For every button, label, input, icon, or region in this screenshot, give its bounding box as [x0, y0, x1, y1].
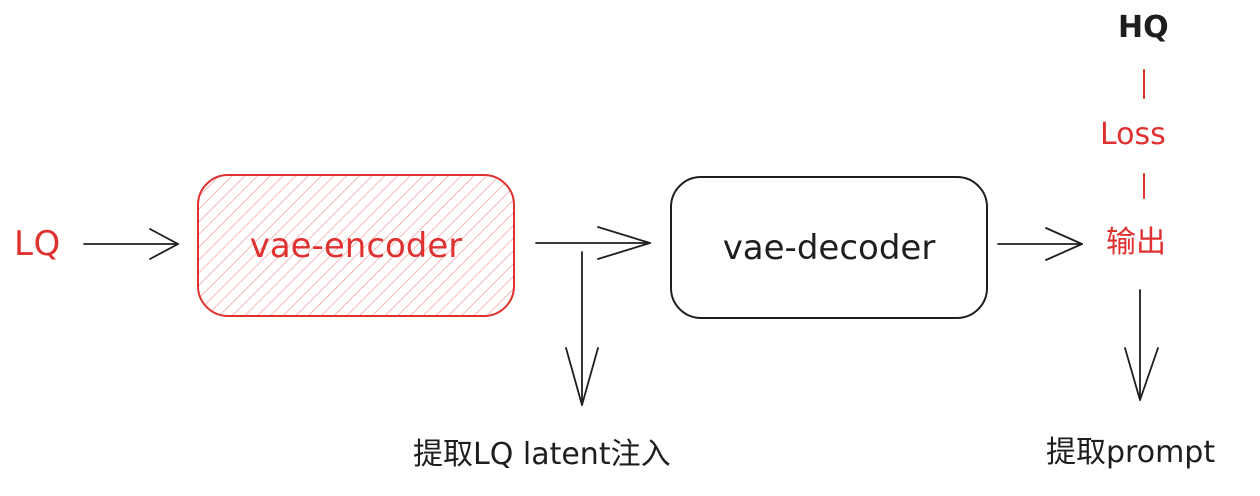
- hq-label: HQ: [1118, 10, 1169, 45]
- extract-latent-label: 提取LQ latent注入: [413, 437, 671, 472]
- lq-label: LQ: [14, 224, 61, 264]
- decoder-label: vae-decoder: [722, 227, 936, 268]
- arrow-output-down: [1124, 289, 1159, 401]
- output-label: 输出: [1106, 225, 1166, 260]
- arrow-encoder-to-decoder: [535, 226, 651, 260]
- arrow-lq-to-encoder: [83, 228, 179, 260]
- loss-label: Loss: [1100, 117, 1166, 152]
- diagram-canvas: LQ vae-encoder vae-decoder 输出 Loss HQ 提取…: [0, 0, 1260, 496]
- diagram-shapes: [83, 69, 1159, 406]
- encoder-label: vae-encoder: [249, 225, 463, 266]
- extract-prompt-label: 提取prompt: [1046, 435, 1216, 470]
- arrow-latent-down: [565, 251, 599, 406]
- arrow-decoder-to-output: [997, 227, 1083, 261]
